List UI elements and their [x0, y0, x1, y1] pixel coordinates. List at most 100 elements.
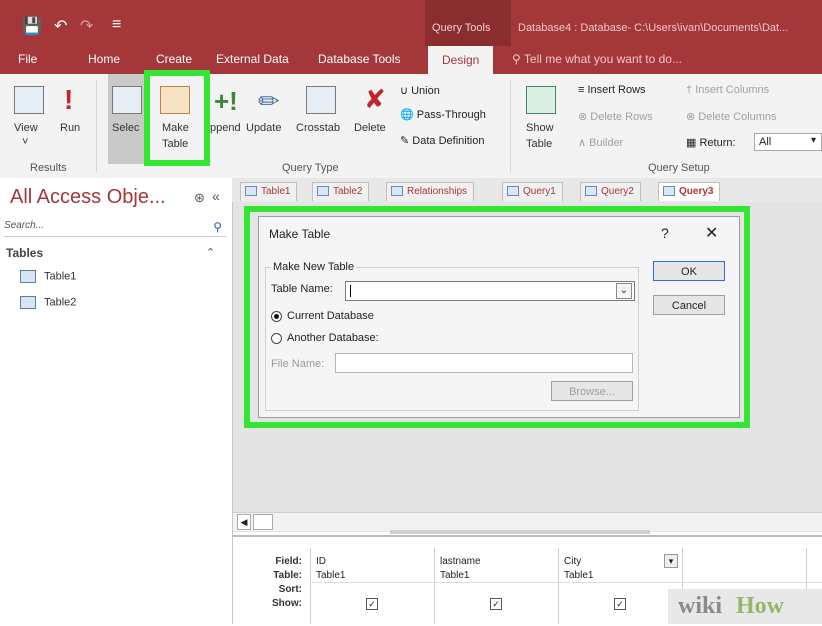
builder-wand-icon: ∧	[578, 137, 590, 149]
tab-external-data[interactable]: External Data	[216, 52, 289, 66]
view-button[interactable]: View	[14, 122, 38, 134]
ribbon-tabs	[0, 46, 822, 74]
return-select[interactable]: All ▾	[754, 133, 822, 151]
scroll-thumb[interactable]	[253, 514, 273, 530]
relationships-icon	[391, 186, 403, 197]
update-button[interactable]: Update	[246, 122, 281, 134]
redo-icon[interactable]: ↷	[80, 16, 93, 36]
grid-cell-table[interactable]: Table1	[440, 570, 469, 581]
delete-query-icon: ✘	[364, 84, 386, 114]
insert-columns-button[interactable]: † Insert Columns	[686, 84, 769, 96]
nav-search-placeholder: Search...	[4, 220, 45, 231]
make-table-button-line1[interactable]: Make	[162, 122, 189, 134]
crosstab-icon	[306, 86, 336, 114]
grid-cell-table[interactable]: Table1	[316, 570, 345, 581]
table-name-label: Table Name:	[271, 283, 333, 295]
return-label: ▦ Return:	[686, 137, 736, 149]
grid-cell-table[interactable]: Table1	[564, 570, 593, 581]
delete-columns-button[interactable]: ⊗ Delete Columns	[686, 110, 777, 123]
delete-rows-button[interactable]: ⊗ Delete Rows	[578, 110, 653, 123]
show-table-icon	[526, 86, 556, 114]
show-table-button-line2[interactable]: Table	[526, 138, 552, 150]
cancel-button[interactable]: Cancel	[653, 295, 725, 315]
grid-row-header-field: Field:	[275, 556, 302, 567]
grid-cell-field[interactable]: City	[564, 556, 581, 567]
tab-file[interactable]: File	[18, 52, 37, 66]
horizontal-scrollbar[interactable]: ◀	[233, 512, 822, 531]
insert-rows-button[interactable]: ≡ Insert Rows	[578, 84, 646, 96]
current-database-radio[interactable]	[271, 311, 282, 322]
doc-tab-query2[interactable]: Query2	[580, 182, 641, 201]
show-table-button-line1[interactable]: Show	[526, 122, 554, 134]
collapse-pane-icon[interactable]: «	[212, 188, 220, 204]
grid-show-checkbox[interactable]: ✓	[614, 598, 626, 610]
table-icon	[20, 296, 36, 309]
ok-button[interactable]: OK	[653, 261, 725, 281]
nav-item-table1[interactable]: Table1	[20, 270, 76, 283]
nav-section-tables[interactable]: Tables	[6, 246, 43, 260]
query-icon	[507, 186, 519, 197]
dropdown-arrow-icon[interactable]: ˅	[22, 136, 28, 148]
crosstab-button[interactable]: Crosstab	[296, 122, 340, 134]
doc-tab-query3[interactable]: Query3	[658, 182, 721, 201]
tab-design[interactable]: Design	[428, 46, 494, 74]
make-table-icon	[160, 86, 190, 114]
append-button[interactable]: ppend	[210, 122, 241, 134]
scroll-left-icon[interactable]: ◀	[237, 514, 251, 530]
file-name-label: File Name:	[271, 358, 325, 370]
customize-qat-icon[interactable]: ≡	[112, 16, 121, 34]
doc-tab-table1[interactable]: Table1	[240, 182, 298, 201]
delete-button[interactable]: Delete	[354, 122, 386, 134]
globe-icon: 🌐	[400, 109, 417, 121]
collapse-section-icon[interactable]: ⌃	[206, 246, 215, 259]
update-icon: ✏	[258, 86, 280, 116]
return-icon: ▦	[686, 137, 700, 149]
close-icon[interactable]: ✕	[705, 223, 718, 243]
make-table-button-line2[interactable]: Table	[162, 138, 188, 150]
tell-me-search[interactable]: ⚲ Tell me what you want to do...	[512, 52, 682, 66]
search-icon[interactable]: ⚲	[213, 220, 222, 234]
file-name-input[interactable]	[335, 353, 633, 373]
watermark-wiki: wiki	[678, 593, 723, 619]
union-button[interactable]: ∪ Union	[400, 84, 440, 97]
query-icon	[585, 186, 597, 197]
tab-create[interactable]: Create	[156, 52, 192, 66]
tab-database-tools[interactable]: Database Tools	[318, 52, 401, 66]
chevron-down-icon[interactable]: ⌄	[616, 283, 632, 299]
navigation-pane	[0, 178, 233, 624]
grid-row-header-table: Table:	[273, 570, 302, 581]
browse-button[interactable]: Browse...	[551, 381, 633, 401]
current-database-label[interactable]: Current Database	[287, 310, 374, 322]
text-cursor	[350, 285, 351, 297]
chevron-down-icon: ▾	[811, 135, 817, 146]
doc-tab-table2[interactable]: Table2	[312, 182, 370, 201]
another-database-radio[interactable]	[271, 333, 282, 344]
doc-tab-query1[interactable]: Query1	[502, 182, 563, 201]
append-icon: +!	[214, 86, 238, 116]
help-icon[interactable]: ?	[661, 225, 669, 241]
field-dropdown-chevron-icon[interactable]: ▾	[664, 554, 678, 568]
pane-splitter[interactable]	[390, 530, 650, 534]
nav-pane-title[interactable]: All Access Obje...	[10, 186, 166, 209]
run-button[interactable]: Run	[60, 122, 80, 134]
another-database-label[interactable]: Another Database:	[287, 332, 379, 344]
data-definition-icon: ✎	[400, 135, 413, 147]
grid-show-checkbox[interactable]: ✓	[366, 598, 378, 610]
grid-cell-field[interactable]: lastname	[440, 556, 481, 567]
data-definition-button[interactable]: ✎ Data Definition	[400, 134, 484, 147]
tab-home[interactable]: Home	[88, 52, 120, 66]
insert-columns-icon: †	[686, 84, 696, 96]
pass-through-button[interactable]: 🌐 Pass-Through	[400, 108, 486, 121]
grid-cell-field[interactable]: ID	[316, 556, 326, 567]
select-button[interactable]: Selec	[112, 122, 140, 134]
save-icon[interactable]: 💾	[22, 16, 42, 36]
table-name-combobox[interactable]: ⌄	[345, 281, 635, 301]
grid-show-checkbox[interactable]: ✓	[490, 598, 502, 610]
nav-item-table2[interactable]: Table2	[20, 296, 76, 309]
doc-tab-relationships[interactable]: Relationships	[386, 182, 475, 201]
context-label: Query Tools	[432, 22, 491, 34]
undo-icon[interactable]: ↶	[54, 16, 67, 36]
nav-search-input[interactable]: Search... ⚲	[4, 220, 226, 237]
nav-menu-icon[interactable]: ⊛	[194, 190, 205, 206]
builder-button[interactable]: ∧ Builder	[578, 136, 623, 149]
